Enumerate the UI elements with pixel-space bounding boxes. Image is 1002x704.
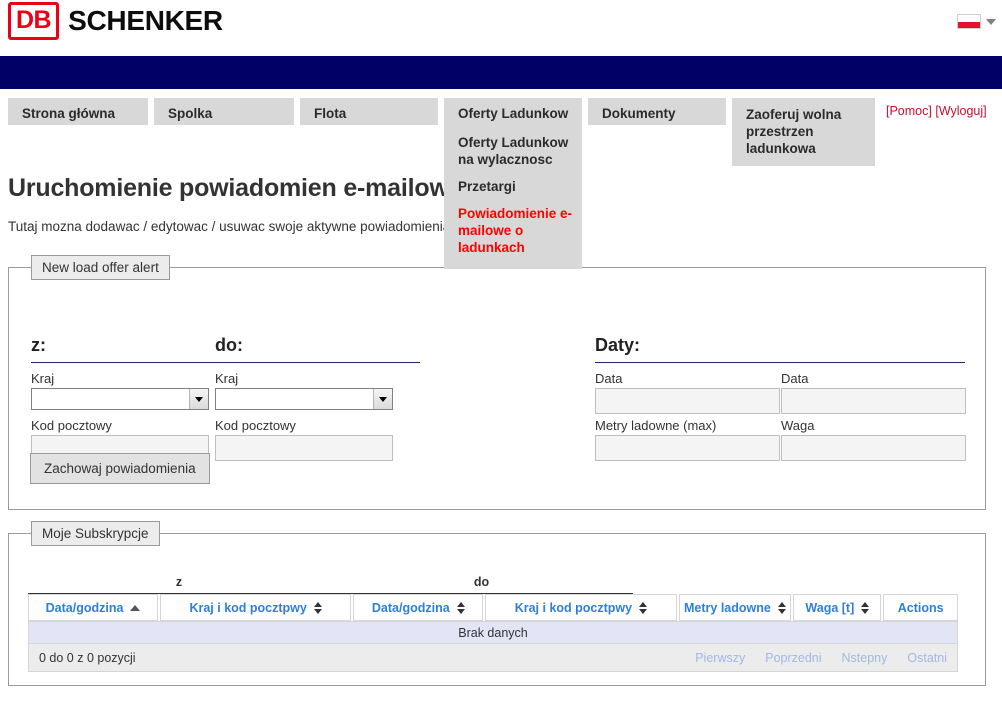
dropdown-arrow-icon: [189, 389, 208, 409]
column-header-country-postcode-to[interactable]: Kraj i kod pocztpwy: [485, 594, 677, 621]
column-label: Kraj i kod pocztpwy: [189, 600, 307, 615]
date-from-input[interactable]: [595, 388, 780, 414]
table-header-row: Data/godzina Kraj i kod pocztpwy Data/go…: [28, 594, 958, 621]
to-country-label: Kraj: [215, 371, 239, 386]
from-section-heading: z:: [31, 335, 236, 363]
column-header-country-postcode-from[interactable]: Kraj i kod pocztpwy: [160, 594, 352, 621]
my-subscriptions-legend: Moje Subskrypcje: [31, 521, 160, 546]
dropdown-item-przetargi[interactable]: Przetargi: [444, 173, 582, 200]
record-count-text: 0 do 0 z 0 pozycji: [39, 650, 136, 665]
group-header-spacer: [633, 570, 958, 594]
db-logo-mark: DB: [8, 2, 60, 40]
date-from-label: Data: [595, 371, 623, 386]
nav-dropdown-oferty-ladunkow: Oferty Ladunkow Oferty Ladunkow na wylac…: [444, 98, 582, 269]
weight-label: Waga: [781, 418, 815, 433]
weight-input[interactable]: [781, 435, 966, 461]
column-label: Data/godzina: [371, 600, 450, 615]
from-country-label: Kraj: [31, 371, 55, 386]
top-utility-links: [Pomoc] [Wyloguj]: [886, 104, 987, 118]
column-header-loading-meters[interactable]: Metry ladowne: [678, 594, 792, 621]
date-to-label: Data: [781, 371, 809, 386]
table-footer: 0 do 0 z 0 pozycji Pierwszy Poprzedni Ns…: [28, 644, 958, 672]
loading-meters-input[interactable]: [595, 435, 780, 461]
from-country-select[interactable]: [31, 388, 209, 410]
page-title: Uruchomienie powiadomien e-mailowych: [8, 174, 492, 202]
dates-section-heading: Daty:: [595, 335, 965, 363]
loading-meters-label: Metry ladowne (max): [595, 418, 717, 433]
nav-tab-flota[interactable]: Flota: [300, 98, 438, 125]
sort-toggle-icon[interactable]: [777, 601, 786, 614]
column-label: Data/godzina: [45, 600, 124, 615]
poland-flag-icon: [957, 14, 981, 29]
sort-toggle-icon[interactable]: [639, 601, 648, 614]
column-label: Waga [t]: [805, 600, 855, 615]
subscriptions-table: z do Data/godzina Kraj i kod pocztpwy Da…: [28, 570, 958, 672]
sort-toggle-icon[interactable]: [456, 601, 465, 614]
sort-ascending-icon[interactable]: [130, 604, 141, 611]
pager-previous[interactable]: Poprzedni: [765, 651, 821, 665]
help-link[interactable]: [Pomoc]: [886, 104, 932, 118]
column-header-date-from[interactable]: Data/godzina: [28, 594, 159, 621]
pager-next[interactable]: Nstepny: [842, 651, 888, 665]
table-empty-row: Brak danych: [28, 621, 958, 644]
nav-tab-oferty-ladunkow[interactable]: Oferty Ladunkow: [444, 98, 582, 129]
column-label: Actions: [897, 600, 944, 615]
schenker-wordmark: SCHENKER: [68, 5, 223, 36]
pagination-controls: Pierwszy Poprzedni Nstepny Ostatni: [695, 651, 947, 665]
from-postcode-label: Kod pocztowy: [31, 418, 112, 433]
to-postcode-label: Kod pocztowy: [215, 418, 296, 433]
nav-tab-zaoferuj-wolna-przestrzen[interactable]: Zaoferuj wolna przestrzen ladunkowa: [732, 98, 875, 166]
pager-last[interactable]: Ostatni: [907, 651, 947, 665]
dropdown-item-powiadomienie-e-mailowe[interactable]: Powiadomienie e-mailowe o ladunkach: [444, 200, 582, 261]
nav-tab-spolka[interactable]: Spolka: [154, 98, 294, 125]
group-header-to: do: [330, 570, 633, 594]
column-header-weight[interactable]: Waga [t]: [793, 594, 882, 621]
to-country-select[interactable]: [215, 388, 393, 410]
new-load-offer-alert-legend: New load offer alert: [31, 255, 170, 280]
dropdown-item-oferty-ladunkow-na-wylacznosc[interactable]: Oferty Ladunkow na wylacznosc: [444, 129, 582, 173]
sort-toggle-icon[interactable]: [313, 601, 322, 614]
app-root: DB SCHENKER Strona główna Spolka Flota D…: [0, 0, 1002, 704]
column-label: Metry ladowne: [684, 600, 771, 615]
to-postcode-input[interactable]: [215, 435, 393, 461]
column-label: Kraj i kod pocztpwy: [514, 600, 633, 615]
page-header: DB SCHENKER: [0, 0, 1002, 56]
nav-tab-dokumenty[interactable]: Dokumenty: [588, 98, 726, 125]
chevron-down-icon[interactable]: [986, 18, 996, 25]
language-selector[interactable]: [957, 14, 996, 29]
db-schenker-logo: DB SCHENKER: [8, 2, 223, 40]
column-header-date-to[interactable]: Data/godzina: [353, 594, 484, 621]
logout-link[interactable]: [Wyloguj]: [935, 104, 986, 118]
table-group-header-row: z do: [28, 570, 958, 594]
group-header-from: z: [28, 570, 330, 594]
column-header-actions[interactable]: Actions: [883, 594, 958, 621]
sort-toggle-icon[interactable]: [861, 601, 870, 614]
to-section-heading: do:: [215, 335, 420, 363]
nav-tab-strona-glowna[interactable]: Strona główna: [8, 98, 148, 125]
navy-banner-bar: [0, 56, 1002, 89]
pager-first[interactable]: Pierwszy: [695, 651, 745, 665]
save-alerts-button[interactable]: Zachowaj powiadomienia: [30, 453, 210, 484]
dropdown-arrow-icon: [373, 389, 392, 409]
date-to-input[interactable]: [781, 388, 966, 414]
